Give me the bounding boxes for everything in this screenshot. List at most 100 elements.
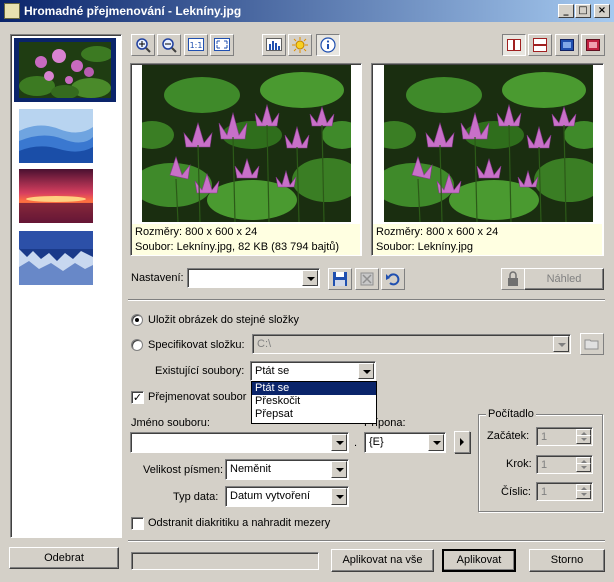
remove-diacritics-checkbox[interactable]: [131, 517, 144, 530]
thumbnail-sunset[interactable]: [19, 169, 93, 223]
spin-down-icon[interactable]: [576, 463, 591, 472]
preview-result-image: [384, 65, 593, 222]
counter-title: Počítadlo: [486, 408, 536, 420]
preview-button[interactable]: Náhled: [524, 268, 604, 290]
arrow-right-icon: [460, 438, 464, 446]
preview-original-dimensions: Rozměry: 800 x 600 x 24: [132, 224, 360, 240]
option-skip[interactable]: Přeskočit: [252, 395, 376, 408]
counter-start-spinner[interactable]: 1: [536, 427, 593, 446]
specify-folder-radio[interactable]: [131, 339, 143, 351]
apply-button[interactable]: Aplikovat: [442, 549, 516, 572]
split-horizontal-button[interactable]: [528, 34, 552, 56]
counter-step-spinner[interactable]: 1: [536, 455, 593, 474]
insert-macro-button[interactable]: [454, 431, 470, 453]
apply-all-button[interactable]: Aplikovat na vše: [331, 549, 434, 572]
settings-dropdown[interactable]: [187, 268, 320, 288]
save-same-folder-radio[interactable]: [131, 314, 143, 326]
existing-files-options[interactable]: Ptát se Přeskočit Přepsat: [251, 381, 377, 424]
save-settings-button[interactable]: [328, 268, 352, 290]
info-button[interactable]: [316, 34, 340, 56]
fit-window-icon: [214, 38, 230, 51]
thumbnail-winter[interactable]: [19, 231, 93, 285]
thumbnail-waterlily[interactable]: [19, 42, 113, 99]
chevron-down-icon: [331, 434, 347, 451]
zoom-out-button[interactable]: [157, 34, 181, 56]
existing-files-dropdown[interactable]: Ptát se: [250, 361, 376, 381]
rename-files-label: Přejmenovat soubor: [148, 391, 247, 403]
counter-digits-value: 1: [541, 486, 548, 498]
font-size-dropdown[interactable]: Neměnit: [225, 459, 349, 480]
existing-files-label: Existující soubory:: [155, 365, 245, 377]
counter-start-value: 1: [541, 431, 548, 443]
progress-bar: [131, 552, 319, 570]
histogram-button[interactable]: [262, 34, 286, 56]
delete-icon: [360, 272, 374, 286]
counter-start-label: Začátek:: [487, 430, 530, 442]
title-bar: Hromadné přejmenování - Lekníny.jpg _ □ …: [0, 0, 614, 22]
extension-dropdown[interactable]: {E}: [364, 432, 446, 453]
view-result-button[interactable]: [581, 34, 605, 56]
spin-down-icon[interactable]: [576, 435, 591, 444]
preview-original-image: [142, 65, 351, 222]
undo-button[interactable]: [381, 268, 405, 290]
undo-icon: [386, 273, 400, 286]
actual-size-icon: 1:1: [188, 38, 204, 51]
zoom-in-button[interactable]: [131, 34, 155, 56]
date-type-dropdown[interactable]: Datum vytvoření: [225, 486, 349, 507]
zoom-out-icon: [162, 38, 177, 53]
histogram-icon: [266, 38, 282, 51]
filename-label: Jméno souboru:: [131, 417, 210, 429]
save-same-folder-label: Uložit obrázek do stejné složky: [148, 314, 300, 326]
counter-step-label: Krok:: [506, 458, 532, 470]
preview-result: Rozměry: 800 x 600 x 24 Soubor: Lekníny.…: [371, 63, 604, 256]
thumbnail-list[interactable]: [10, 34, 122, 538]
lock-icon: [508, 271, 518, 286]
extension-value: {E}: [369, 436, 384, 448]
app-icon: [4, 3, 20, 19]
preview-result-dimensions: Rozměry: 800 x 600 x 24: [373, 224, 602, 240]
folder-icon: [584, 339, 599, 350]
option-ask[interactable]: Ptát se: [252, 382, 376, 395]
floppy-disk-icon: [333, 272, 347, 286]
fit-window-button[interactable]: [210, 34, 234, 56]
separator: [128, 540, 605, 542]
chevron-down-icon: [428, 434, 444, 451]
filename-dot: .: [354, 437, 358, 449]
svg-text:1:1: 1:1: [190, 41, 203, 50]
lock-button[interactable]: [501, 268, 525, 290]
chevron-down-icon: [553, 336, 569, 352]
rename-files-checkbox[interactable]: ✓: [131, 391, 144, 404]
option-overwrite[interactable]: Přepsat: [252, 408, 376, 421]
date-type-label: Typ data:: [173, 491, 219, 503]
filename-dropdown[interactable]: [130, 432, 349, 453]
folder-dropdown[interactable]: C:\: [252, 334, 571, 354]
delete-settings-button[interactable]: [355, 268, 379, 290]
folder-value: C:\: [257, 338, 272, 350]
actual-size-button[interactable]: 1:1: [184, 34, 208, 56]
close-button[interactable]: ×: [594, 4, 610, 18]
minimize-button[interactable]: _: [558, 4, 574, 18]
zoom-in-icon: [136, 38, 151, 53]
view-single-button[interactable]: [555, 34, 579, 56]
chevron-down-icon: [331, 461, 347, 478]
thumbnail-blue-hills[interactable]: [19, 109, 93, 163]
chevron-down-icon: [358, 363, 374, 379]
split-horizontal-icon: [533, 38, 547, 52]
preview-result-file: Soubor: Lekníny.jpg: [373, 239, 602, 255]
date-type-value: Datum vytvoření: [230, 490, 311, 502]
cancel-button[interactable]: Storno: [529, 549, 605, 572]
split-vertical-icon: [507, 39, 521, 51]
spin-down-icon[interactable]: [576, 490, 591, 499]
counter-digits-label: Číslic:: [501, 486, 531, 498]
counter-digits-spinner[interactable]: 1: [536, 482, 593, 501]
adjust-button[interactable]: [288, 34, 312, 56]
remove-diacritics-label: Odstranit diakritiku a nahradit mezery: [148, 517, 331, 529]
remove-button[interactable]: Odebrat: [9, 547, 119, 569]
window-title: Hromadné přejmenování - Lekníny.jpg: [24, 4, 242, 18]
view-single-icon: [560, 39, 574, 51]
browse-folder-button[interactable]: [580, 333, 604, 355]
info-icon: [320, 37, 336, 53]
adjust-icon: [292, 37, 308, 53]
split-vertical-button[interactable]: [502, 34, 526, 56]
maximize-button[interactable]: □: [575, 4, 591, 18]
